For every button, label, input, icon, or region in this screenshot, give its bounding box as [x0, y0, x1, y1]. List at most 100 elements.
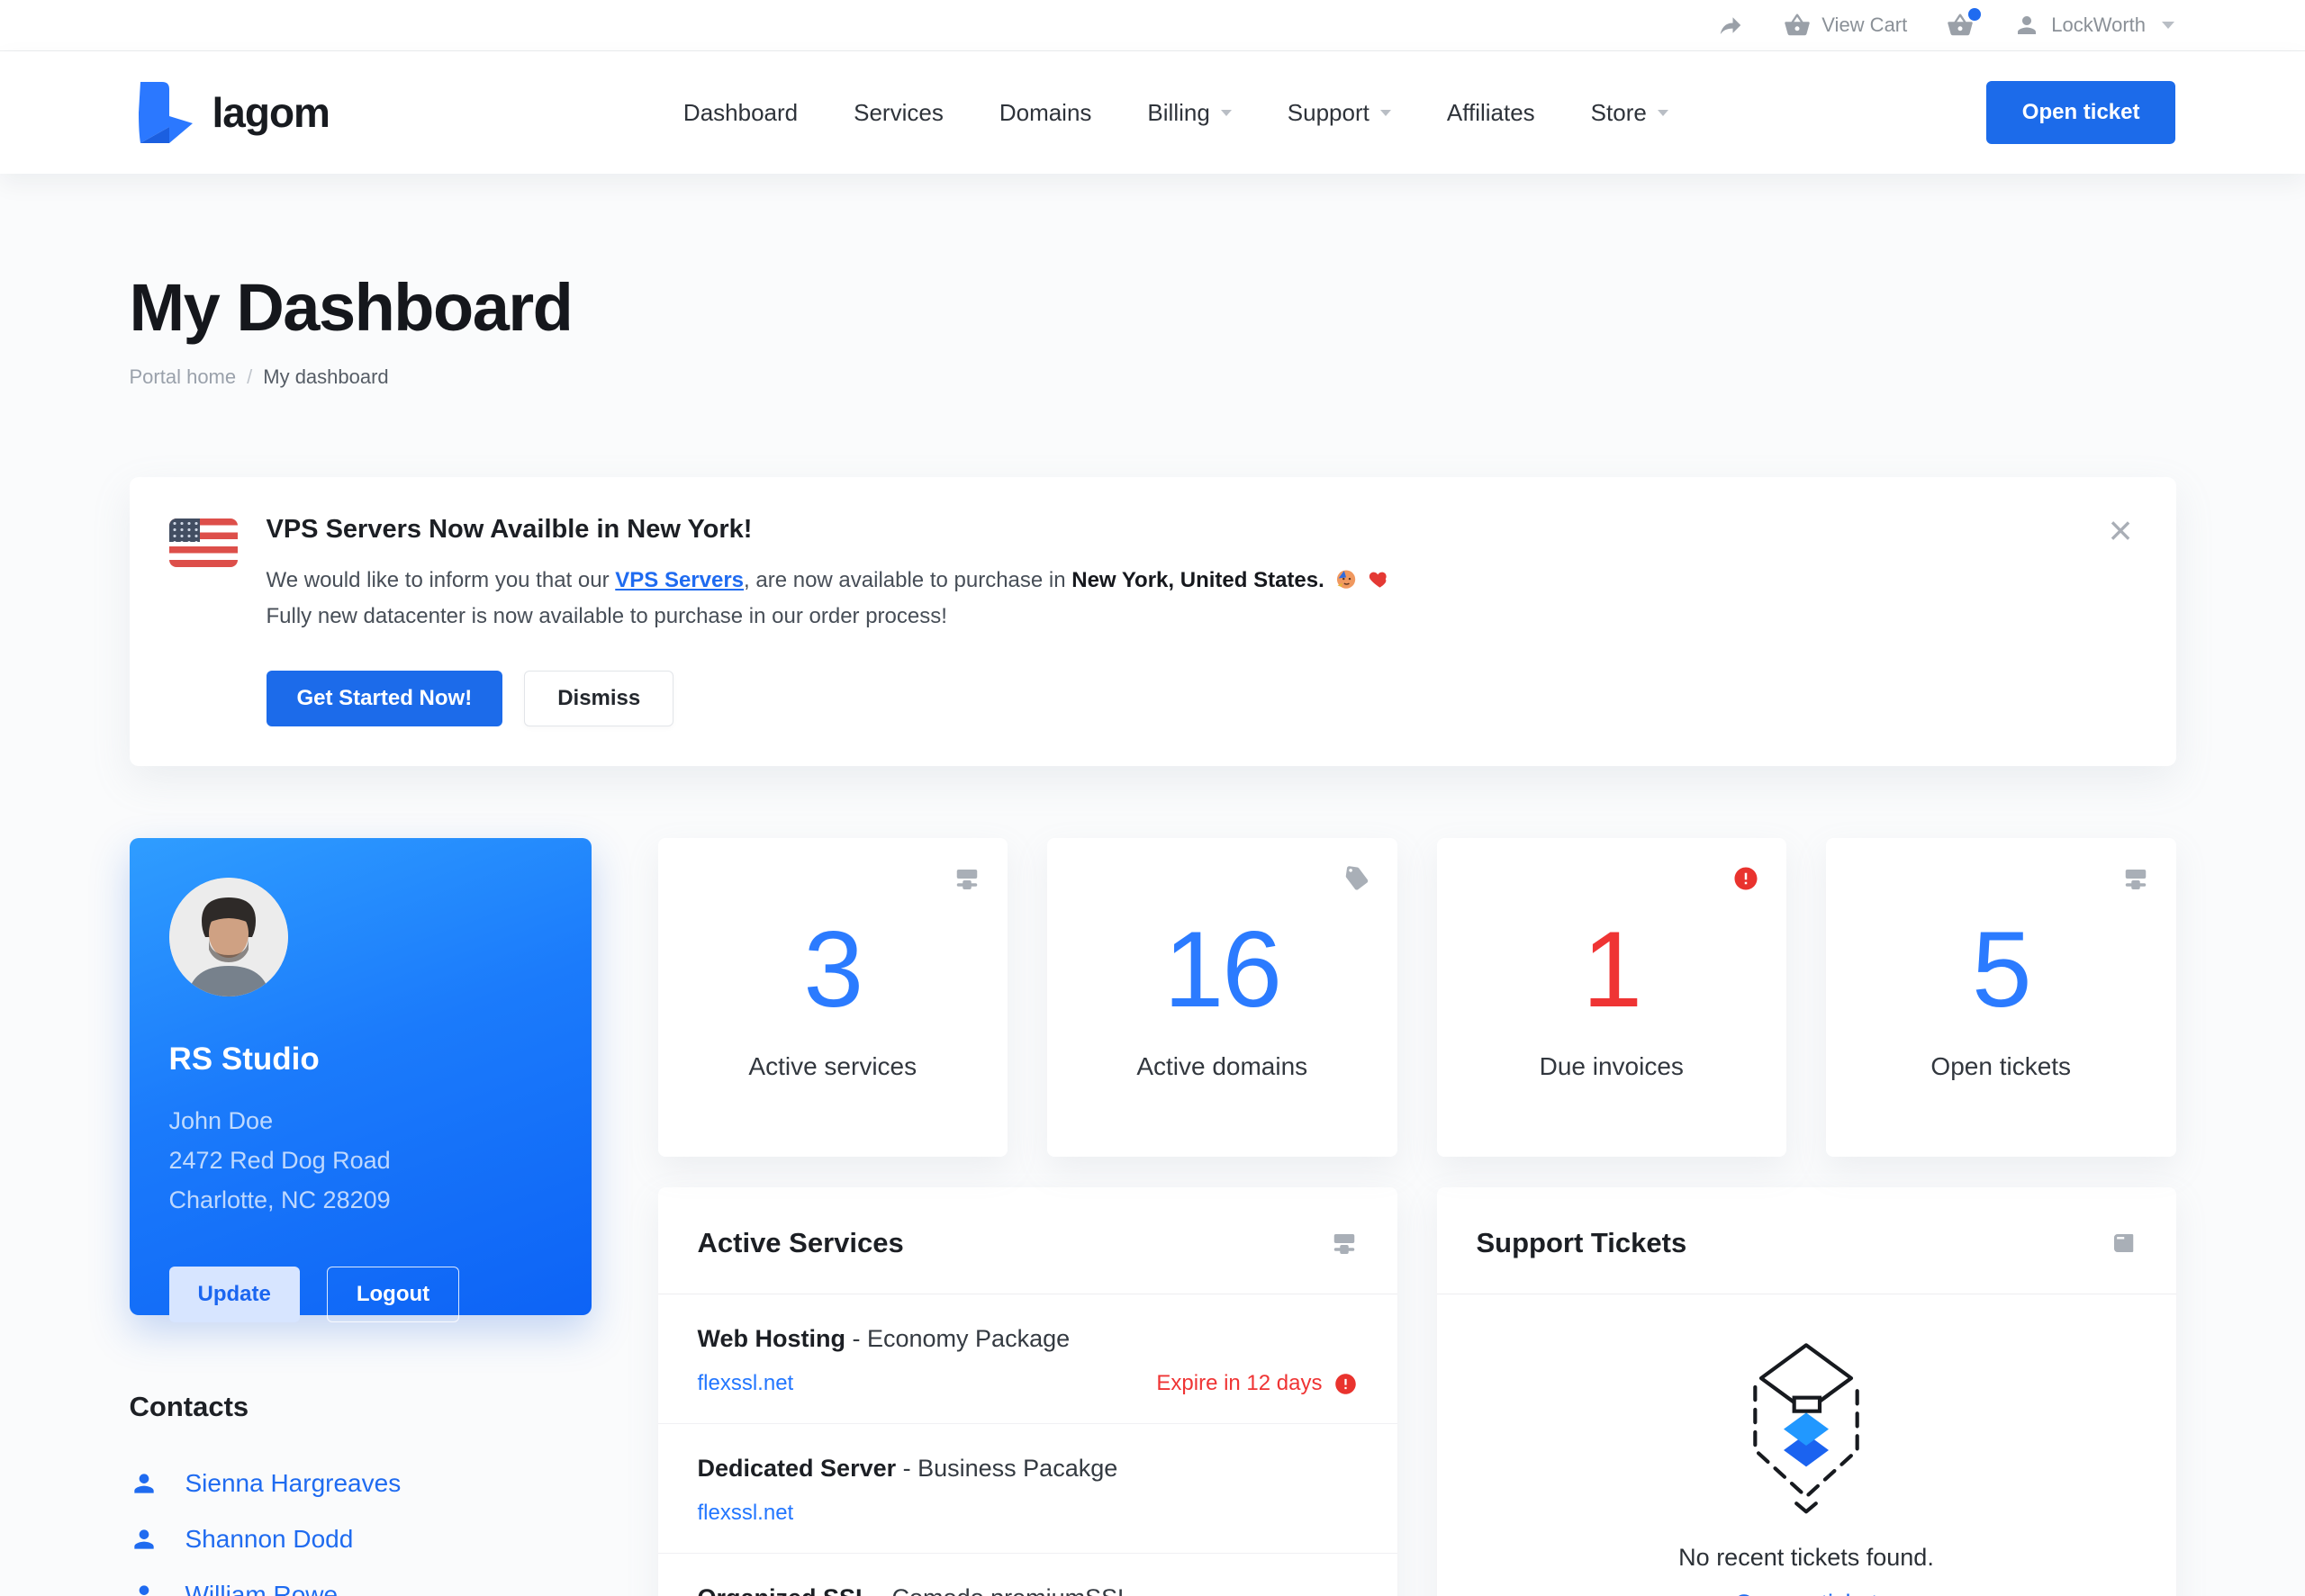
notification-dot [1968, 8, 1982, 21]
breadcrumb: Portal home / My dashboard [130, 365, 2176, 389]
banner-content: VPS Servers Now Availble in New York! We… [266, 515, 1393, 726]
contact-item[interactable]: Sienna Hargreaves [130, 1468, 592, 1499]
breadcrumb-portal-home[interactable]: Portal home [130, 365, 237, 389]
tag-icon [1343, 865, 1369, 892]
breadcrumb-current: My dashboard [263, 365, 389, 388]
user-name: LockWorth [2051, 14, 2146, 36]
nav-item-affiliates[interactable]: Affiliates [1447, 99, 1535, 127]
close-icon[interactable]: × [2109, 509, 2133, 551]
update-button[interactable]: Update [168, 1267, 300, 1322]
service-title: Web Hosting - Economy Package [697, 1325, 1071, 1352]
dismiss-button[interactable]: Dismiss [524, 671, 674, 726]
contacts-list: Sienna Hargreaves Shannon Dodd William R… [130, 1468, 592, 1596]
logout-button[interactable]: Logout [326, 1267, 460, 1322]
service-domain-link[interactable]: flexssl.net [698, 1371, 794, 1396]
logo-text: lagom [212, 89, 330, 136]
chevron-down-icon [1220, 109, 1232, 116]
profile-address-line1: 2472 Red Dog Road [168, 1147, 391, 1174]
server-icon [2125, 870, 2146, 889]
banner-actions: Get Started Now! Dismiss [266, 671, 1393, 726]
party-face-emoji [1337, 570, 1356, 589]
stat-card-due-invoices[interactable]: 1 Due invoices [1436, 838, 1786, 1157]
open-envelope-icon [1753, 1343, 1859, 1514]
left-column: RS Studio John Doe 2472 Red Dog Road Cha… [129, 838, 592, 1596]
contact-item[interactable]: Shannon Dodd [130, 1524, 592, 1555]
stat-label: Due invoices [1539, 1052, 1684, 1080]
nav-item-support[interactable]: Support [1288, 99, 1391, 127]
error-icon [1334, 1373, 1356, 1394]
utility-bar: View Cart LockWorth [0, 0, 2305, 51]
person-icon [133, 1529, 154, 1549]
profile-address: John Doe 2472 Red Dog Road Charlotte, NC… [169, 1101, 552, 1220]
support-empty-text: No recent tickets found. [1678, 1544, 1934, 1571]
service-expire-badge: Expire in 12 days [1156, 1371, 1357, 1396]
error-icon [1734, 867, 1758, 890]
profile-card: RS Studio John Doe 2472 Red Dog Road Cha… [129, 838, 592, 1322]
stat-label: Active domains [1136, 1052, 1308, 1080]
lagom-logo-icon [138, 82, 193, 143]
active-services-title: Active Services [697, 1227, 904, 1258]
user-menu[interactable]: LockWorth [2013, 12, 2174, 39]
nav-item-dashboard[interactable]: Dashboard [683, 99, 798, 127]
banner-text: , are now available to purchase in [744, 568, 1072, 592]
forward-arrow-icon [1721, 17, 1741, 34]
vps-servers-link[interactable]: VPS Servers [615, 568, 744, 592]
person-icon [133, 1585, 154, 1596]
contact-name: Shannon Dodd [185, 1525, 354, 1553]
contacts-title: Contacts [129, 1391, 249, 1422]
stat-label: Active services [748, 1052, 917, 1080]
share-button[interactable] [1717, 12, 1744, 39]
ticket-book-icon [2113, 1234, 2133, 1252]
announcement-banner: VPS Servers Now Availble in New York! We… [129, 477, 2176, 766]
view-cart-label: View Cart [1821, 14, 1908, 36]
cart-notifications-button[interactable] [1947, 8, 1982, 39]
nav-item-services[interactable]: Services [854, 99, 944, 127]
open-ticket-button[interactable]: Open ticket [1985, 81, 2176, 144]
stats-grid: 3 Active services 16 Active domains 1 Du… [657, 838, 2176, 1157]
support-tickets-panel: Support Tickets No recent tickets found. [1436, 1187, 2176, 1596]
service-row[interactable]: Organized SSL - Comodo premiumSSL [658, 1554, 1397, 1596]
nav-menu: Dashboard Services Domains Billing Suppo… [647, 99, 1668, 127]
chevron-down-icon [1379, 109, 1391, 116]
chevron-down-icon [1657, 109, 1668, 116]
banner-bold-text: New York, United States. [1071, 568, 1324, 592]
contact-name: Sienna Hargreaves [185, 1469, 402, 1497]
service-row[interactable]: Dedicated Server - Business Pacakge flex… [657, 1424, 1397, 1554]
nav-item-domains[interactable]: Domains [999, 99, 1092, 127]
profile-name: John Doe [168, 1107, 274, 1134]
right-column: 3 Active services 16 Active domains 1 Du… [657, 838, 2176, 1596]
banner-title: VPS Servers Now Availble in New York! [266, 515, 753, 544]
stat-label: Open tickets [1930, 1052, 2072, 1080]
banner-line2: Fully new datacenter is now available to… [266, 604, 947, 628]
chevron-down-icon [2162, 22, 2174, 29]
profile-address-line2: Charlotte, NC 28209 [168, 1186, 391, 1213]
nav-item-billing[interactable]: Billing [1147, 99, 1232, 127]
server-icon [1333, 1234, 1354, 1254]
service-row[interactable]: Web Hosting - Economy Package flexssl.ne… [657, 1294, 1397, 1424]
us-flag-icon [168, 518, 238, 567]
breadcrumb-separator: / [247, 365, 253, 388]
profile-company: RS Studio [168, 1041, 320, 1077]
get-started-button[interactable]: Get Started Now! [266, 671, 503, 726]
page-title: My Dashboard [129, 270, 574, 345]
contact-item[interactable]: William Rowe [130, 1580, 592, 1596]
dashboard-page: View Cart LockWorth lagom Dashboard Serv… [0, 0, 2305, 1596]
service-title: Dedicated Server - Business Pacakge [697, 1455, 1118, 1482]
nav-item-store[interactable]: Store [1591, 99, 1668, 127]
server-icon [956, 870, 978, 889]
view-cart-button[interactable]: View Cart [1784, 12, 1907, 39]
stat-card-active-domains[interactable]: 16 Active domains [1047, 838, 1397, 1157]
basket-icon [1785, 14, 1811, 36]
person-icon [133, 1474, 154, 1493]
banner-text: We would like to inform you that our [266, 568, 616, 592]
active-services-panel: Active Services Web Hosting - Economy Pa… [657, 1187, 1397, 1596]
person-icon [2018, 16, 2037, 34]
service-domain-link[interactable]: flexssl.net [698, 1501, 794, 1526]
stat-card-open-tickets[interactable]: 5 Open tickets [1826, 838, 2176, 1157]
avatar [168, 878, 288, 996]
stat-card-active-services[interactable]: 3 Active services [657, 838, 1008, 1157]
logo[interactable]: lagom [130, 77, 330, 149]
banner-body: We would like to inform you that our VPS… [267, 564, 1393, 597]
contact-name: William Rowe [185, 1581, 339, 1596]
open-a-ticket-link[interactable]: Open a ticket [1734, 1590, 1877, 1596]
